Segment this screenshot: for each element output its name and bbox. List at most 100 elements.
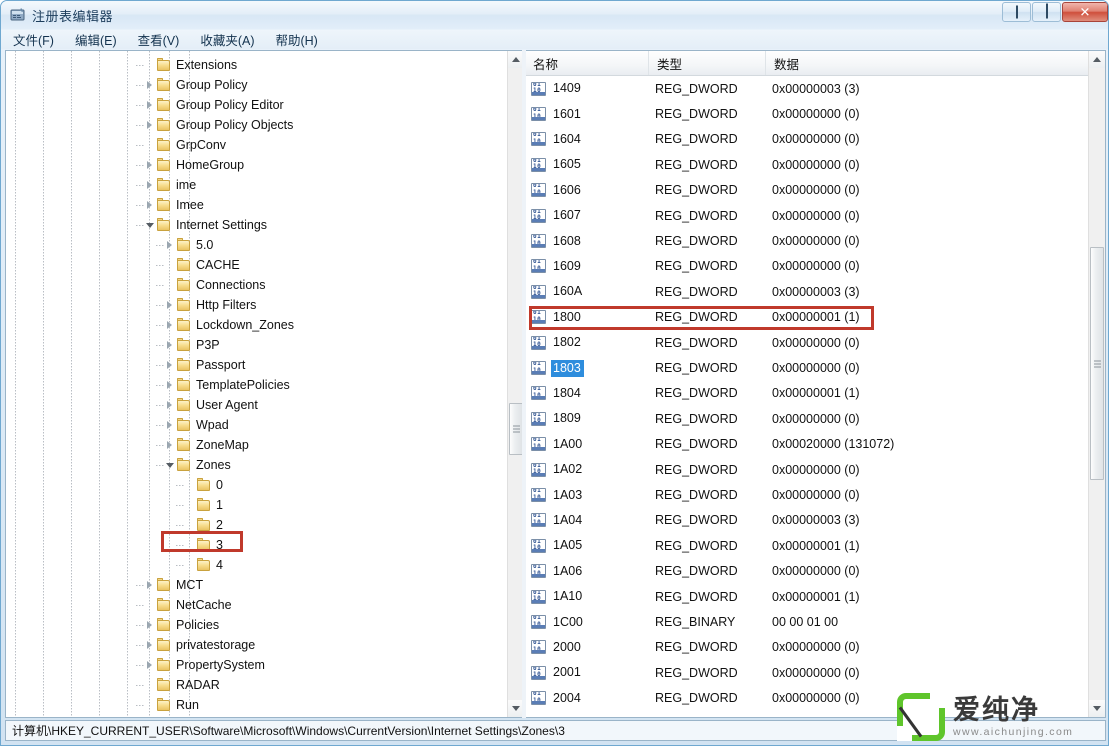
table-row[interactable]: 1802 REG_DWORD 0x00000000 (0) [525, 330, 1105, 355]
table-row[interactable]: 2000 REG_DWORD 0x00000000 (0) [525, 635, 1105, 660]
list-scroll-up-icon[interactable] [1089, 51, 1105, 68]
menu-favorites[interactable]: 收藏夹(A) [191, 29, 263, 51]
column-type[interactable]: 类型 [649, 51, 766, 75]
menu-file[interactable]: 文件(F) [4, 29, 63, 51]
list-scroll-thumb[interactable] [1090, 247, 1104, 480]
table-row[interactable]: 1A05 REG_DWORD 0x00000001 (1) [525, 533, 1105, 558]
tree-node-group-policy-objects[interactable]: Group Policy Objects [143, 115, 299, 135]
tree-node-wpad[interactable]: Wpad [163, 415, 235, 435]
menu-edit[interactable]: 编辑(E) [66, 29, 126, 51]
tree-scroll-thumb[interactable] [509, 403, 523, 455]
table-row[interactable]: 1A04 REG_DWORD 0x00000003 (3) [525, 508, 1105, 533]
table-row[interactable]: 1804 REG_DWORD 0x00000001 (1) [525, 381, 1105, 406]
chevron-right-icon[interactable] [143, 575, 156, 595]
table-row[interactable]: 1A06 REG_DWORD 0x00000000 (0) [525, 559, 1105, 584]
table-row[interactable]: 1607 REG_DWORD 0x00000000 (0) [525, 203, 1105, 228]
chevron-right-icon[interactable] [163, 395, 176, 415]
tree-node-cache[interactable]: CACHE [163, 255, 246, 275]
chevron-right-icon[interactable] [143, 655, 156, 675]
chevron-right-icon[interactable] [163, 295, 176, 315]
chevron-down-icon[interactable] [143, 215, 156, 235]
table-row[interactable]: 1609 REG_DWORD 0x00000000 (0) [525, 254, 1105, 279]
table-row[interactable]: 1604 REG_DWORD 0x00000000 (0) [525, 127, 1105, 152]
chevron-right-icon[interactable] [163, 375, 176, 395]
table-row[interactable]: 1C00 REG_BINARY 00 00 01 00 [525, 609, 1105, 634]
chevron-right-icon[interactable] [163, 355, 176, 375]
tree-node-passport[interactable]: Passport [163, 355, 251, 375]
tree-node-group-policy-editor[interactable]: Group Policy Editor [143, 95, 290, 115]
tree-node-radar[interactable]: RADAR [143, 675, 226, 695]
chevron-right-icon[interactable] [143, 615, 156, 635]
chevron-right-icon[interactable] [143, 75, 156, 95]
tree-node-netcache[interactable]: NetCache [143, 595, 238, 615]
table-row[interactable]: 1601 REG_DWORD 0x00000000 (0) [525, 101, 1105, 126]
tree-node-p3p[interactable]: P3P [163, 335, 226, 355]
tree-node-0[interactable]: 0 [183, 475, 229, 495]
table-row[interactable]: 160A REG_DWORD 0x00000003 (3) [525, 279, 1105, 304]
chevron-right-icon[interactable] [163, 235, 176, 255]
chevron-right-icon[interactable] [163, 315, 176, 335]
maximize-button[interactable] [1032, 2, 1061, 22]
tree-node-extensions[interactable]: Extensions [143, 55, 243, 75]
title-bar[interactable]: 注册表编辑器 ✕ [1, 1, 1108, 29]
table-row[interactable]: 1605 REG_DWORD 0x00000000 (0) [525, 152, 1105, 177]
tree-node-internet-settings[interactable]: Internet Settings [143, 215, 273, 235]
chevron-right-icon[interactable] [143, 95, 156, 115]
pane-splitter[interactable] [522, 50, 526, 718]
table-row[interactable]: 1409 REG_DWORD 0x00000003 (3) [525, 76, 1105, 101]
registry-tree[interactable]: Extensions Group Policy Group Policy Edito… [6, 51, 508, 717]
tree-node-4[interactable]: 4 [183, 555, 229, 575]
tree-node-privatestorage[interactable]: privatestorage [143, 635, 261, 655]
chevron-right-icon[interactable] [163, 335, 176, 355]
table-row[interactable]: 1608 REG_DWORD 0x00000000 (0) [525, 228, 1105, 253]
tree-node-homegroup[interactable]: HomeGroup [143, 155, 250, 175]
menu-help[interactable]: 帮助(H) [266, 29, 326, 51]
table-row[interactable]: 1A02 REG_DWORD 0x00000000 (0) [525, 457, 1105, 482]
tree-node-5-0[interactable]: 5.0 [163, 235, 219, 255]
registry-values-pane[interactable]: 名称类型数据 1409 REG_DWORD 0x00000003 (3) 1601 RE… [524, 50, 1106, 718]
chevron-right-icon[interactable] [143, 635, 156, 655]
column-data[interactable]: 数据 [766, 51, 1105, 75]
table-row[interactable]: 1803 REG_DWORD 0x00000000 (0) [525, 355, 1105, 380]
tree-node-policies[interactable]: Policies [143, 615, 225, 635]
tree-node-mct[interactable]: MCT [143, 575, 209, 595]
registry-values-list[interactable]: 1409 REG_DWORD 0x00000003 (3) 1601 REG_DWORD… [525, 76, 1105, 717]
table-row[interactable]: 1A00 REG_DWORD 0x00020000 (131072) [525, 432, 1105, 457]
chevron-right-icon[interactable] [143, 155, 156, 175]
table-row[interactable]: 2001 REG_DWORD 0x00000000 (0) [525, 660, 1105, 685]
tree-node-run[interactable]: Run [143, 695, 205, 715]
chevron-right-icon[interactable] [143, 175, 156, 195]
tree-node-1[interactable]: 1 [183, 495, 229, 515]
tree-node-user-agent[interactable]: User Agent [163, 395, 264, 415]
column-name[interactable]: 名称 [525, 51, 649, 75]
registry-tree-pane[interactable]: Extensions Group Policy Group Policy Edito… [5, 50, 524, 718]
menu-view[interactable]: 查看(V) [129, 29, 189, 51]
chevron-down-icon[interactable] [163, 455, 176, 475]
minimize-button[interactable] [1002, 2, 1031, 22]
tree-node-templatepolicies[interactable]: TemplatePolicies [163, 375, 296, 395]
table-row[interactable]: 1809 REG_DWORD 0x00000000 (0) [525, 406, 1105, 431]
tree-node-zones[interactable]: Zones [163, 455, 237, 475]
table-row[interactable]: 1A10 REG_DWORD 0x00000001 (1) [525, 584, 1105, 609]
tree-node-imee[interactable]: Imee [143, 195, 210, 215]
chevron-right-icon[interactable] [143, 195, 156, 215]
table-row[interactable]: 1606 REG_DWORD 0x00000000 (0) [525, 178, 1105, 203]
chevron-right-icon[interactable] [163, 415, 176, 435]
tree-node-3[interactable]: 3 [183, 535, 229, 555]
cell-value-type: REG_DWORD [655, 234, 738, 249]
list-vertical-scrollbar[interactable] [1088, 51, 1105, 717]
close-button[interactable]: ✕ [1062, 2, 1108, 22]
tree-node-lockdown-zones[interactable]: Lockdown_Zones [163, 315, 300, 335]
table-row[interactable]: 1A03 REG_DWORD 0x00000000 (0) [525, 482, 1105, 507]
chevron-right-icon[interactable] [143, 115, 156, 135]
tree-node-connections[interactable]: Connections [163, 275, 272, 295]
tree-node-propertysystem[interactable]: PropertySystem [143, 655, 271, 675]
tree-node-http-filters[interactable]: Http Filters [163, 295, 262, 315]
tree-node-2[interactable]: 2 [183, 515, 229, 535]
tree-node-grpconv[interactable]: GrpConv [143, 135, 232, 155]
tree-node-group-policy[interactable]: Group Policy [143, 75, 254, 95]
tree-node-zonemap[interactable]: ZoneMap [163, 435, 255, 455]
table-row[interactable]: 1800 REG_DWORD 0x00000001 (1) [525, 305, 1105, 330]
tree-node-ime[interactable]: ime [143, 175, 202, 195]
chevron-right-icon[interactable] [163, 435, 176, 455]
